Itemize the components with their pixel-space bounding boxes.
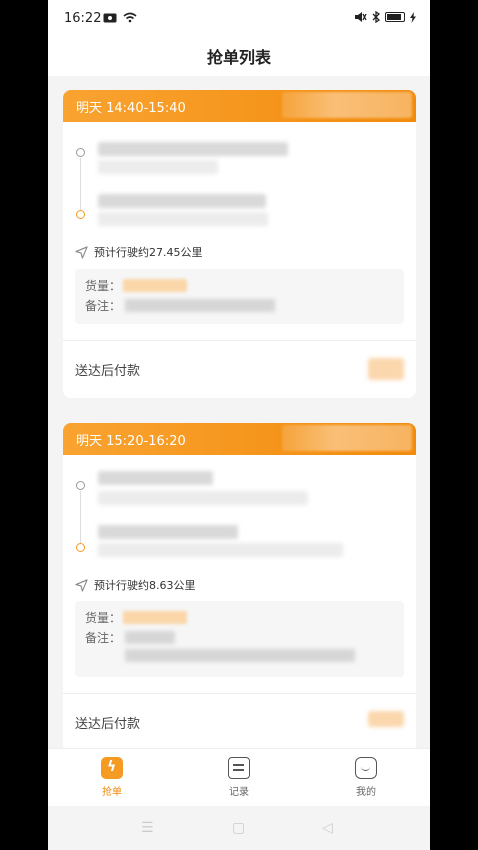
redacted-cargo bbox=[123, 279, 187, 292]
order-card-header: 明天 15:20-16:20 bbox=[63, 423, 416, 455]
home-icon[interactable]: ▢ bbox=[232, 820, 245, 836]
navigation-icon bbox=[75, 245, 88, 259]
redacted-region bbox=[282, 92, 412, 118]
order-card[interactable]: 明天 14:40-15:40 预计行驶约27.45公里 货量： 备注： 送达后付… bbox=[63, 90, 416, 398]
lightning-icon bbox=[101, 757, 123, 779]
cargo-label: 货量： bbox=[85, 611, 122, 625]
start-point-icon bbox=[76, 481, 85, 490]
redacted-address bbox=[98, 471, 213, 485]
redacted-region bbox=[282, 425, 412, 451]
wifi-icon bbox=[123, 12, 137, 23]
order-time: 明天 14:40-15:40 bbox=[76, 101, 186, 116]
order-info-box: 货量： 备注： bbox=[75, 269, 404, 324]
bluetooth-icon bbox=[372, 11, 380, 23]
notification-icon bbox=[103, 13, 117, 22]
redacted-address bbox=[98, 142, 288, 156]
cargo-label: 货量： bbox=[85, 279, 122, 293]
mute-icon bbox=[355, 12, 367, 22]
order-time: 明天 15:20-16:20 bbox=[76, 434, 186, 449]
redacted-remark bbox=[125, 299, 275, 312]
distance-text: 预计行驶约27.45公里 bbox=[94, 246, 203, 259]
battery-icon bbox=[385, 12, 405, 22]
order-distance: 预计行驶约8.63公里 bbox=[75, 577, 196, 593]
redacted-address bbox=[98, 525, 238, 539]
order-card[interactable]: 明天 15:20-16:20 预计行驶约8.63公里 货量： 备注： 送达后付款 bbox=[63, 423, 416, 753]
status-time: 16:22 bbox=[64, 11, 102, 26]
back-icon[interactable]: ◁ bbox=[322, 820, 333, 836]
distance-text: 预计行驶约8.63公里 bbox=[94, 579, 196, 592]
navigation-icon bbox=[75, 578, 88, 592]
redacted-price bbox=[368, 711, 404, 727]
order-info-box: 货量： 备注： bbox=[75, 601, 404, 677]
charging-icon bbox=[410, 11, 416, 23]
tab-label: 记录 bbox=[229, 787, 249, 798]
tab-mine[interactable]: 我的 bbox=[336, 757, 396, 798]
system-navigation-bar: ☰ ▢ ◁ bbox=[48, 806, 430, 850]
bottom-tab-bar: 抢单 记录 我的 bbox=[48, 748, 430, 806]
redacted-address bbox=[98, 160, 218, 174]
order-route bbox=[63, 122, 416, 226]
end-point-icon bbox=[76, 543, 85, 552]
page-title: 抢单列表 bbox=[206, 48, 271, 67]
tab-label: 我的 bbox=[356, 787, 376, 798]
status-bar: 16:22 bbox=[48, 0, 430, 36]
payment-method: 送达后付款 bbox=[75, 717, 141, 732]
calendar-icon bbox=[228, 757, 250, 779]
route-line bbox=[80, 491, 81, 544]
menu-icon[interactable]: ☰ bbox=[141, 820, 154, 836]
redacted-address bbox=[98, 212, 268, 226]
page-header: 抢单列表 bbox=[48, 36, 430, 76]
order-route bbox=[63, 455, 416, 557]
order-distance: 预计行驶约27.45公里 bbox=[75, 244, 203, 260]
redacted-address bbox=[98, 194, 266, 208]
order-card-header: 明天 14:40-15:40 bbox=[63, 90, 416, 122]
tab-records[interactable]: 记录 bbox=[209, 757, 269, 798]
remark-label: 备注： bbox=[85, 631, 122, 645]
status-right-icons bbox=[353, 11, 416, 23]
redacted-cargo bbox=[123, 611, 187, 624]
divider bbox=[63, 693, 416, 694]
redacted-price bbox=[368, 358, 404, 380]
start-point-icon bbox=[76, 148, 85, 157]
end-point-icon bbox=[76, 210, 85, 219]
payment-method: 送达后付款 bbox=[75, 364, 141, 379]
divider bbox=[63, 340, 416, 341]
phone-screen: 16:22 抢单列表 明天 14:40-15:40 预计行驶约27.45公里 货… bbox=[48, 0, 430, 850]
remark-label: 备注： bbox=[85, 299, 122, 313]
redacted-remark bbox=[125, 649, 355, 662]
tab-label: 抢单 bbox=[102, 787, 122, 798]
route-line bbox=[80, 158, 81, 211]
redacted-address bbox=[98, 543, 343, 557]
redacted-remark bbox=[125, 631, 175, 644]
redacted-address bbox=[98, 491, 308, 505]
status-left-icons bbox=[103, 12, 137, 23]
smile-icon bbox=[355, 757, 377, 779]
tab-grab-orders[interactable]: 抢单 bbox=[82, 757, 142, 798]
